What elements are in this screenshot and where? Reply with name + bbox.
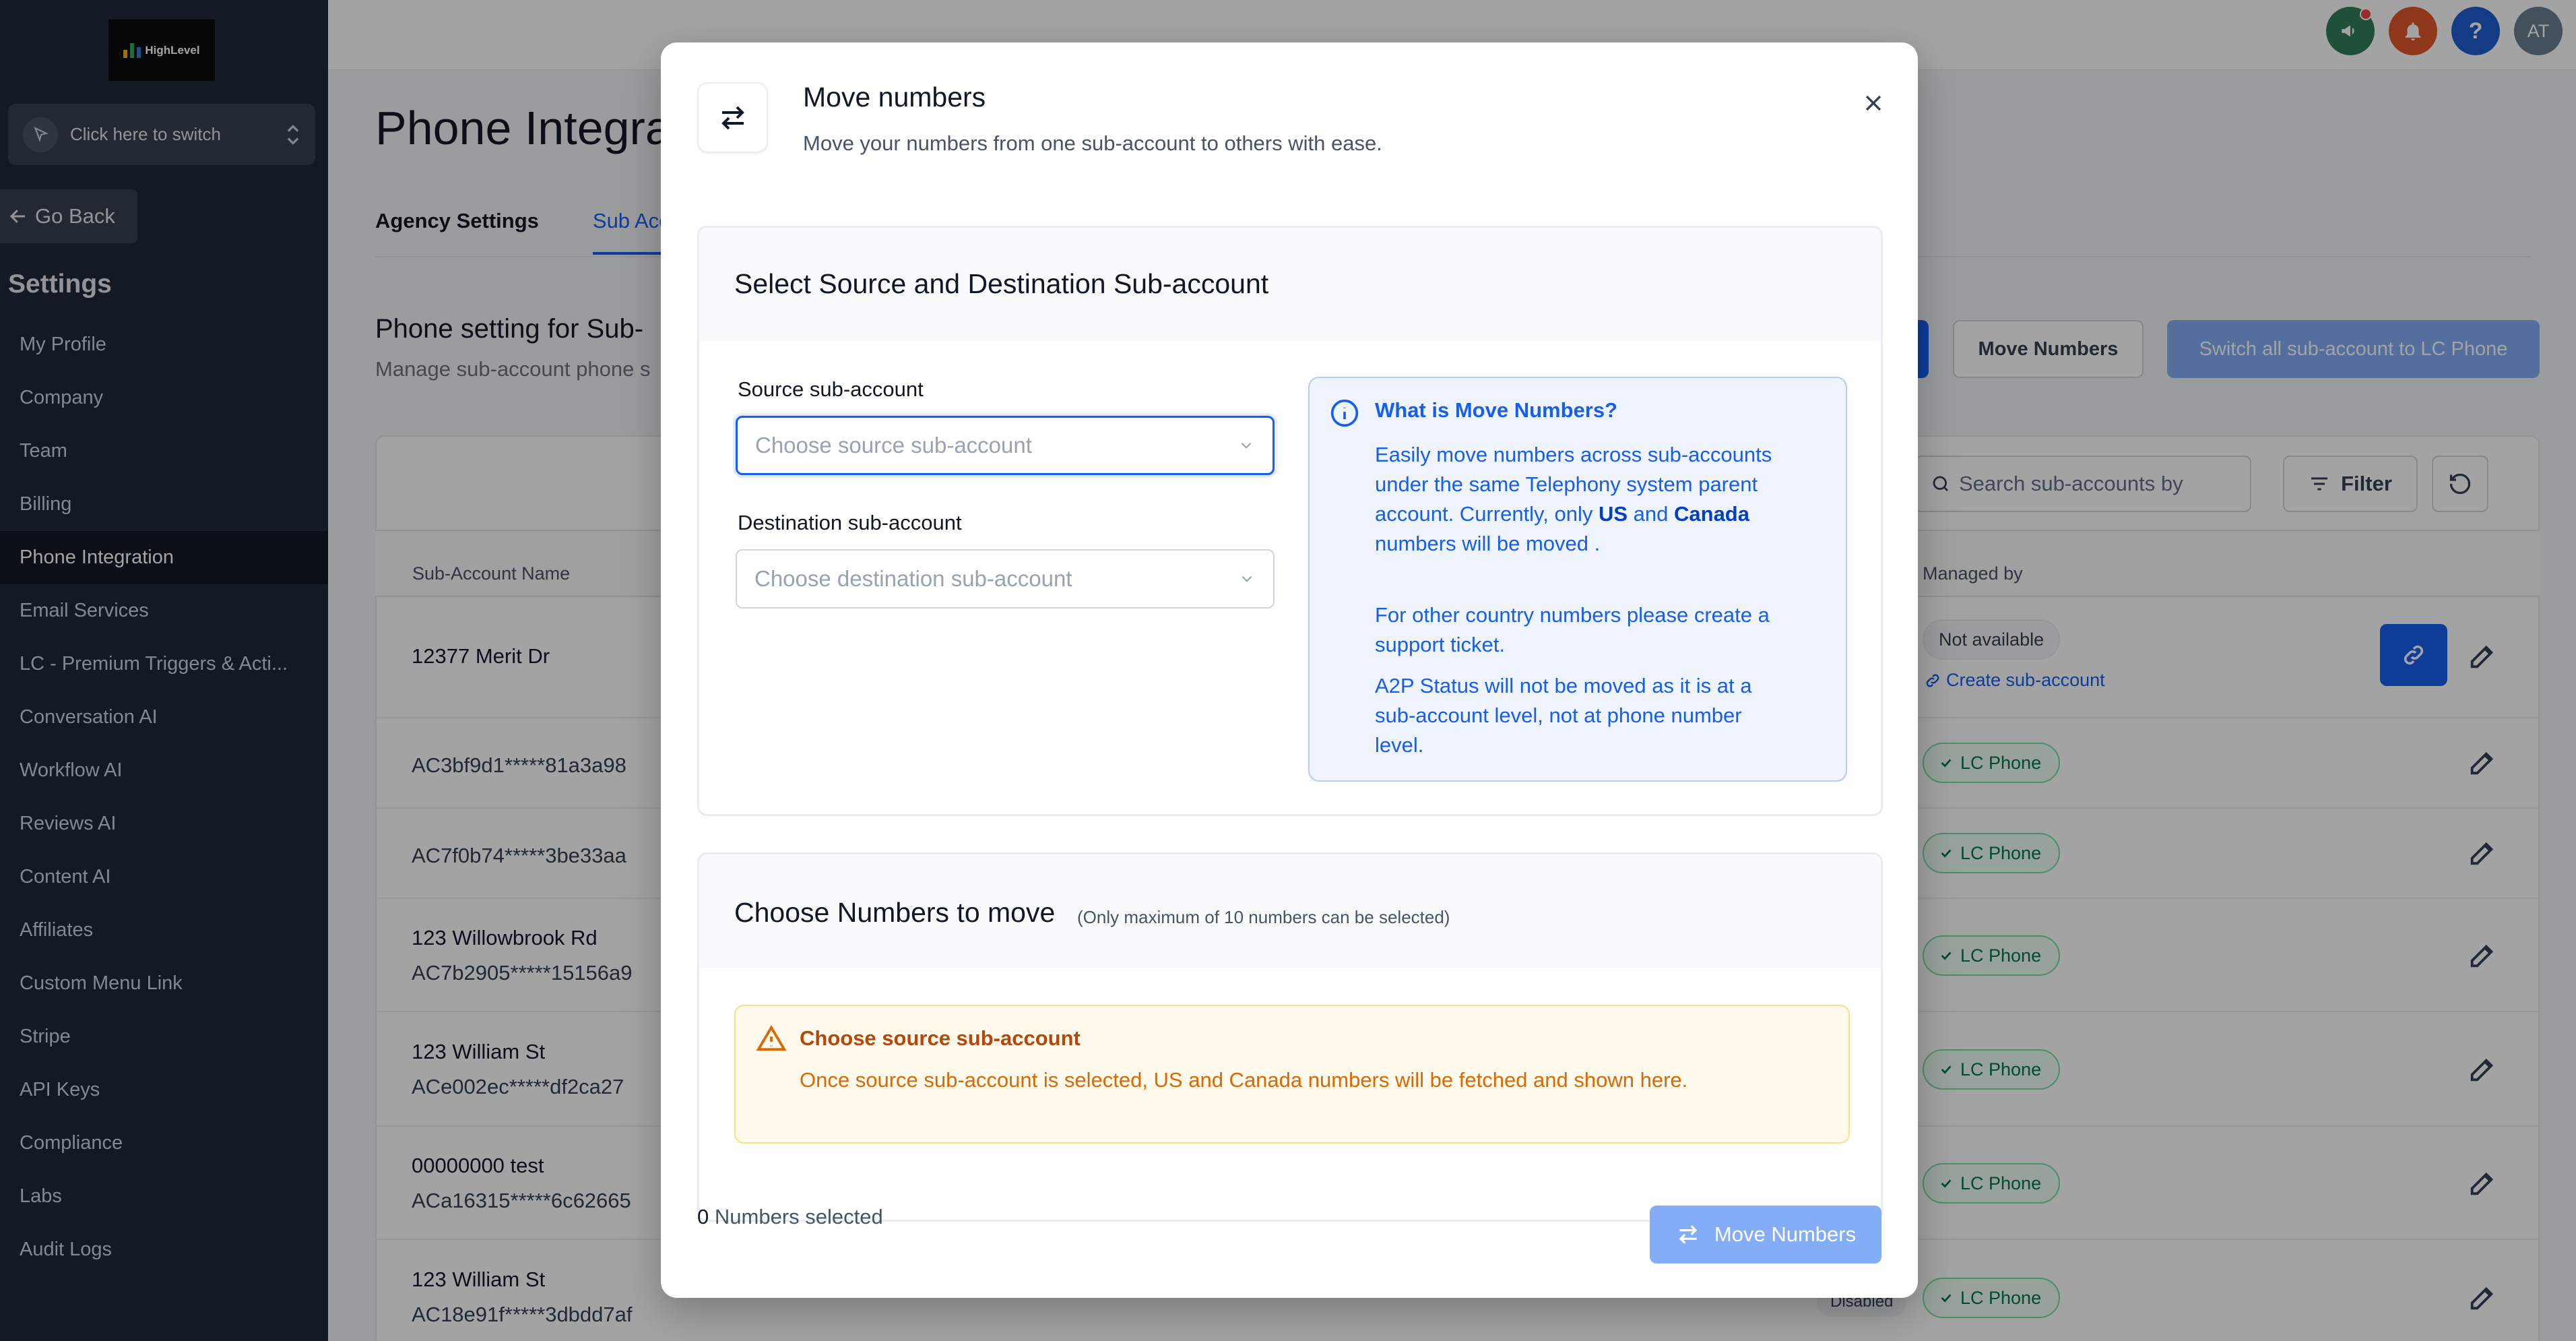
modal-title: Move numbers xyxy=(803,82,986,113)
info-icon xyxy=(1330,399,1359,427)
select-accounts-card: Select Source and Destination Sub-accoun… xyxy=(697,226,1883,816)
source-sub-account-select[interactable]: Choose source sub-account xyxy=(736,416,1275,475)
info-title: What is Move Numbers? xyxy=(1375,398,1617,422)
info-paragraph-2: For other country numbers please create … xyxy=(1375,603,1770,656)
close-icon xyxy=(1865,95,1881,111)
warning-title: Choose source sub-account xyxy=(800,1026,1081,1050)
info-paragraph-3: A2P Status will not be moved as it is at… xyxy=(1375,674,1752,757)
swap-arrows-icon xyxy=(1679,1225,1698,1244)
move-numbers-modal: Move numbers Move your numbers from one … xyxy=(661,42,1918,1298)
card-title: Choose Numbers to move xyxy=(734,897,1056,928)
close-button[interactable] xyxy=(1855,84,1892,122)
card-title: Select Source and Destination Sub-accoun… xyxy=(734,268,1269,299)
destination-placeholder: Choose destination sub-account xyxy=(754,566,1072,591)
move-numbers-submit-button[interactable]: Move Numbers xyxy=(1650,1206,1881,1264)
modal-subtitle: Move your numbers from one sub-account t… xyxy=(803,131,1382,155)
chevron-down-icon xyxy=(1241,442,1252,449)
swap-arrows-icon xyxy=(697,82,768,153)
selected-number: 0 xyxy=(697,1205,709,1228)
move-numbers-label: Move Numbers xyxy=(1714,1222,1857,1246)
warning-alert: Choose source sub-account Once source su… xyxy=(734,1005,1850,1144)
source-placeholder: Choose source sub-account xyxy=(755,433,1032,458)
info-paragraph-1: Easily move numbers across sub-accounts … xyxy=(1375,443,1772,555)
choose-numbers-card: Choose Numbers to move (Only maximum of … xyxy=(697,852,1883,1222)
destination-label: Destination sub-account xyxy=(738,511,962,534)
warning-text: Once source sub-account is selected, US … xyxy=(800,1068,1688,1092)
info-box: What is Move Numbers? Easily move number… xyxy=(1308,377,1847,782)
card-header: Choose Numbers to move (Only maximum of … xyxy=(699,854,1881,968)
selected-count: 0 Numbers selected xyxy=(697,1205,883,1229)
chevron-down-icon xyxy=(1242,575,1252,582)
warning-icon xyxy=(756,1024,787,1051)
selection-limit-note: (Only maximum of 10 numbers can be selec… xyxy=(1077,907,1450,927)
selected-label: Numbers selected xyxy=(714,1205,883,1228)
source-label: Source sub-account xyxy=(738,377,924,401)
card-header: Select Source and Destination Sub-accoun… xyxy=(699,228,1881,341)
destination-sub-account-select[interactable]: Choose destination sub-account xyxy=(736,549,1275,609)
